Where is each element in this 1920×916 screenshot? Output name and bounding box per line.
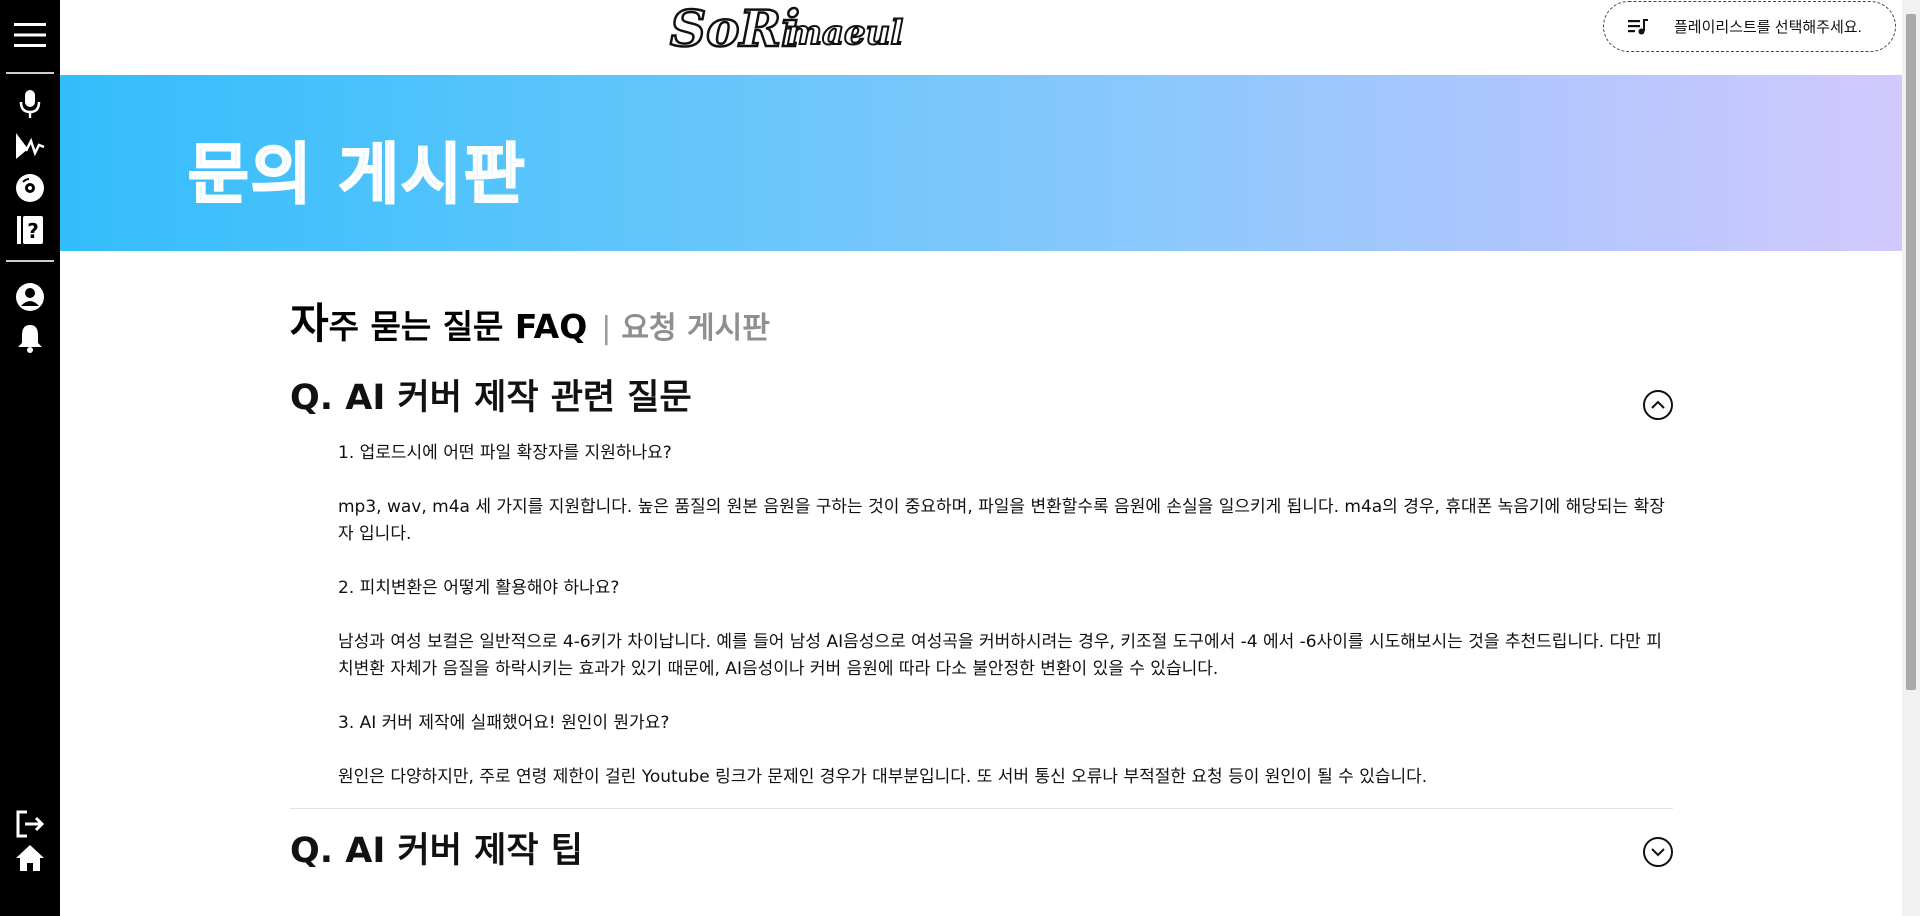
help-board-icon[interactable]: ? <box>12 212 48 248</box>
expand-toggle[interactable] <box>1643 837 1673 867</box>
logout-icon[interactable] <box>12 806 48 842</box>
voice-wave-icon[interactable] <box>12 128 48 164</box>
faq-content: 자주 묻는 질문 FAQ | 요청 게시판 Q. AI 커버 제작 관련 질문 … <box>290 290 1673 873</box>
sidebar-divider <box>6 260 54 262</box>
faq-section: Q. AI 커버 제작 관련 질문 1. 업로드시에 어떤 파일 확장자를 지원… <box>290 376 1673 809</box>
tab-faq-first-char: 자 <box>290 299 329 348</box>
bell-icon[interactable] <box>12 320 48 356</box>
collapse-toggle[interactable] <box>1643 390 1673 420</box>
disc-icon[interactable] <box>12 170 48 206</box>
faq-question: 2. 피치변환은 어떻게 활용해야 하나요? <box>338 578 620 598</box>
chevron-up-icon <box>1651 400 1665 409</box>
tab-separator: | <box>601 311 612 346</box>
chevron-down-icon <box>1651 848 1665 857</box>
faq-section: Q. AI 커버 제작 팁 <box>290 829 1673 873</box>
faq-answer: mp3, wav, m4a 세 가지를 지원합니다. 높은 품질의 원본 음원을… <box>338 497 1665 544</box>
logo[interactable]: SoRi maeul <box>668 0 930 59</box>
svg-text:SoRi: SoRi <box>670 0 800 56</box>
faq-divider <box>290 808 1673 809</box>
page-scrollbar[interactable] <box>1902 0 1920 916</box>
menu-icon[interactable] <box>12 17 48 53</box>
tab-request-board[interactable]: 요청 게시판 <box>621 303 769 347</box>
user-icon[interactable] <box>12 279 48 315</box>
faq-section-title[interactable]: Q. AI 커버 제작 관련 질문 <box>290 376 1673 420</box>
sidebar-divider <box>6 72 54 74</box>
banner-title: 문의 게시판 <box>187 135 527 214</box>
tab-faq-label: 주 묻는 질문 FAQ <box>328 307 588 346</box>
playlist-icon <box>1626 15 1650 39</box>
svg-text:?: ? <box>27 219 39 243</box>
playlist-placeholder: 플레이리스트를 선택해주세요. <box>1674 19 1862 36</box>
sidebar: ? <box>0 0 60 916</box>
faq-answer: 원인은 다양하지만, 주로 연령 제한이 걸린 Youtube 링크가 문제인 … <box>338 767 1428 787</box>
tab-faq[interactable]: 자주 묻는 질문 FAQ <box>290 290 587 351</box>
page-banner: 문의 게시판 <box>60 75 1902 251</box>
board-tabs: 자주 묻는 질문 FAQ | 요청 게시판 <box>290 290 1673 350</box>
faq-section-body: 1. 업로드시에 어떤 파일 확장자를 지원하나요? mp3, wav, m4a… <box>290 440 1673 791</box>
home-icon[interactable] <box>12 840 48 876</box>
faq-answer: 남성과 여성 보컬은 일반적으로 4-6키가 차이납니다. 예를 들어 남성 A… <box>338 632 1662 679</box>
microphone-icon[interactable] <box>12 86 48 122</box>
playlist-selector[interactable]: 플레이리스트를 선택해주세요. <box>1603 1 1896 52</box>
svg-text:maeul: maeul <box>786 13 903 53</box>
top-header: SoRi maeul 플레이리스트를 선택해주세요. <box>60 0 1902 75</box>
faq-question: 1. 업로드시에 어떤 파일 확장자를 지원하나요? <box>338 443 672 463</box>
faq-section-title[interactable]: Q. AI 커버 제작 팁 <box>290 829 1673 873</box>
scrollbar-thumb[interactable] <box>1906 14 1916 690</box>
faq-question: 3. AI 커버 제작에 실패했어요! 원인이 뭔가요? <box>338 713 670 733</box>
